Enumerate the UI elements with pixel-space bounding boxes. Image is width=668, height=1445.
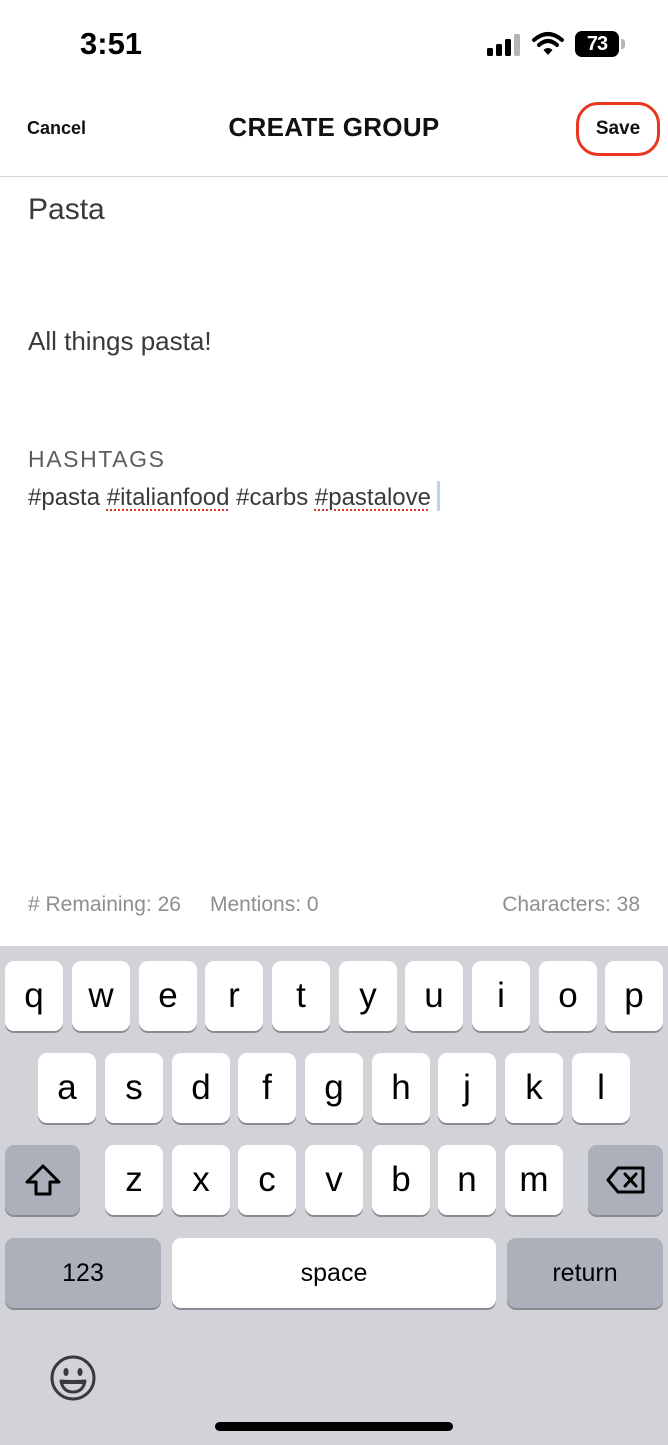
screen: 3:51 73 Cancel CREATE GROUP Save Pasta A… [0,0,668,1445]
key-y[interactable]: y [339,961,397,1031]
key-j[interactable]: j [438,1053,496,1123]
key-i[interactable]: i [472,961,530,1031]
key-k[interactable]: k [505,1053,563,1123]
home-indicator [215,1422,453,1431]
key-p[interactable]: p [605,961,663,1031]
status-bar: 3:51 73 [0,0,668,90]
key-o[interactable]: o [539,961,597,1031]
space-key[interactable]: space [172,1238,496,1308]
counters-bar: # Remaining: 26 Mentions: 0 Characters: … [0,893,668,923]
hashtag: #carbs [236,484,309,511]
key-a[interactable]: a [38,1053,96,1123]
battery-level: 73 [575,31,619,57]
key-l[interactable]: l [572,1053,630,1123]
key-w[interactable]: w [72,961,130,1031]
backspace-key[interactable] [588,1145,663,1215]
hashtag-misspelled: #italianfood [106,484,230,511]
hashtag-misspelled: #pastalove [314,484,431,511]
keyboard: q w e r t y u i o p a s d f g h j k l z … [0,946,668,1445]
hashtags-field[interactable]: #pasta #italianfood #carbs #pastalove [28,481,440,512]
group-name-field[interactable]: Pasta [28,193,105,227]
mentions-count: Mentions: 0 [210,893,319,916]
key-g[interactable]: g [305,1053,363,1123]
key-h[interactable]: h [372,1053,430,1123]
status-time: 3:51 [80,26,143,61]
nav-bar: Cancel CREATE GROUP Save [0,90,668,177]
page-title: CREATE GROUP [228,112,440,142]
key-q[interactable]: q [5,961,63,1031]
battery-cap [621,39,625,49]
key-u[interactable]: u [405,961,463,1031]
key-s[interactable]: s [105,1053,163,1123]
key-f[interactable]: f [238,1053,296,1123]
key-r[interactable]: r [205,961,263,1031]
backspace-icon [606,1166,644,1194]
remaining-count: # Remaining: 26 [28,893,181,916]
key-c[interactable]: c [238,1145,296,1215]
emoji-icon[interactable] [48,1353,98,1403]
key-d[interactable]: d [172,1053,230,1123]
key-t[interactable]: t [272,961,330,1031]
key-e[interactable]: e [139,961,197,1031]
key-b[interactable]: b [372,1145,430,1215]
battery-icon: 73 [575,31,625,57]
key-z[interactable]: z [105,1145,163,1215]
key-n[interactable]: n [438,1145,496,1215]
key-v[interactable]: v [305,1145,363,1215]
hashtag: #pasta [28,484,101,511]
signal-icon [487,34,520,56]
characters-count: Characters: 38 [502,893,640,916]
numbers-key[interactable]: 123 [5,1238,161,1308]
text-cursor [436,481,440,511]
key-m[interactable]: m [505,1145,563,1215]
shift-icon [25,1164,60,1196]
return-key[interactable]: return [507,1238,663,1308]
group-description-field[interactable]: All things pasta! [28,326,212,357]
hashtags-label: HASHTAGS [28,446,166,472]
save-button[interactable]: Save [576,102,660,156]
shift-key[interactable] [5,1145,80,1215]
key-x[interactable]: x [172,1145,230,1215]
wifi-icon [532,32,564,55]
